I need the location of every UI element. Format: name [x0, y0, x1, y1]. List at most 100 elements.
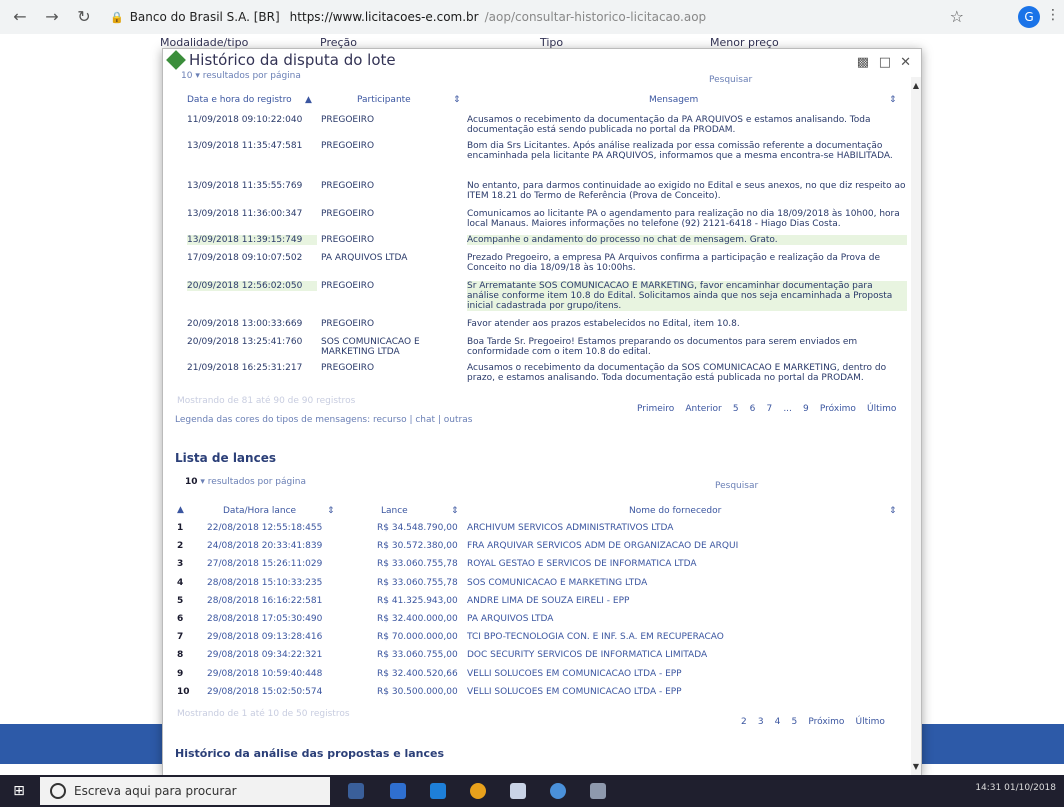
bids-pager-page-3[interactable]: 3	[758, 717, 764, 727]
bid-number: 10	[177, 686, 190, 697]
bids-pager-page-2[interactable]: 2	[741, 717, 747, 727]
pager-page-9[interactable]: 9	[803, 404, 809, 414]
message-text: No entanto, para darmos continuidade ao …	[467, 181, 906, 201]
scroll-up-icon[interactable]: ▲	[913, 81, 919, 90]
bid-supplier: SOS COMUNICACAO E MARKETING LTDA	[467, 577, 648, 588]
edge-icon[interactable]	[430, 783, 446, 799]
pager-page-6[interactable]: 6	[750, 404, 756, 414]
bid-number: 1	[177, 523, 184, 533]
bid-row: 9 29/08/2018 10:59:40:448 R$ 32.400.520,66…	[177, 669, 907, 683]
bids-page-size-select[interactable]: 10 ▾ resultados por página	[185, 477, 306, 487]
pager-prev[interactable]: Anterior	[685, 404, 721, 414]
message-participant: PREGOEIRO	[321, 181, 375, 191]
sort-icon[interactable]: ⇕	[327, 506, 335, 516]
print-icon[interactable]: ▩	[857, 55, 869, 70]
reload-icon[interactable]: ↻	[72, 5, 96, 29]
bid-datetime: 29/08/2018 10:59:40:448	[207, 668, 323, 679]
forward-icon[interactable]: →	[40, 5, 64, 29]
tray-date: 01/10/2018	[1004, 783, 1056, 793]
menu-dots-icon[interactable]: ⋮	[1046, 7, 1060, 23]
message-text: Favor atender aos prazos estabelecidos n…	[467, 319, 740, 329]
maximize-icon[interactable]: □	[879, 55, 891, 70]
messages-page-size-value: 10	[181, 71, 193, 81]
bid-row: 2 24/08/2018 20:33:41:839 R$ 30.572.380,00…	[177, 541, 907, 555]
sort-asc-icon[interactable]: ▲	[177, 505, 184, 515]
modal-title-text: Histórico da disputa do lote	[189, 51, 396, 69]
bid-number: 9	[177, 668, 184, 679]
pager-next[interactable]: Próximo	[820, 404, 856, 414]
history-modal: Histórico da disputa do lote ▩ □ ✕ ▲ ▼ 1…	[162, 48, 922, 776]
taskbar-search-box[interactable]: Escreva aqui para procurar	[40, 777, 330, 805]
file-explorer-icon[interactable]	[390, 783, 406, 799]
bid-datetime: 29/08/2018 09:13:28:416	[207, 632, 323, 643]
message-date: 13/09/2018 11:36:00:347	[187, 209, 303, 219]
url-path: /aop/consultar-historico-licitacao.aop	[484, 10, 707, 24]
bid-value: R$ 34.548.790,00	[377, 523, 458, 533]
bid-datetime: 24/08/2018 20:33:41:839	[207, 541, 323, 552]
col-supplier-header[interactable]: Nome do fornecedor	[629, 506, 721, 516]
messages-pager-info: Mostrando de 81 até 90 de 90 registros	[177, 396, 356, 406]
bids-pager-last[interactable]: Último	[856, 717, 885, 727]
bid-row: 10 29/08/2018 15:02:50:574 R$ 30.500.000,0…	[177, 687, 907, 701]
pager-last[interactable]: Último	[867, 404, 896, 414]
bid-value: R$ 33.060.755,78	[377, 559, 458, 570]
bid-number: 4	[177, 577, 184, 588]
sort-icon[interactable]: ⇕	[453, 95, 461, 105]
bid-value: R$ 30.500.000,00	[377, 686, 458, 697]
messages-search-link[interactable]: Pesquisar	[709, 75, 752, 85]
close-icon[interactable]: ✕	[900, 55, 911, 70]
bid-datetime: 22/08/2018 12:55:18:455	[207, 523, 323, 533]
bid-row: 7 29/08/2018 09:13:28:416 R$ 70.000.000,00…	[177, 632, 907, 646]
message-participant: PA ARQUIVOS LTDA	[321, 253, 408, 263]
pager-first[interactable]: Primeiro	[637, 404, 674, 414]
windows-start-icon[interactable]: ⊞	[8, 781, 30, 801]
bids-pager-next[interactable]: Próximo	[808, 717, 844, 727]
pager-page-5[interactable]: 5	[733, 404, 739, 414]
col-participant-header[interactable]: Participante	[357, 95, 411, 105]
bids-pager-page-5[interactable]: 5	[791, 717, 797, 727]
message-participant: SOS COMUNICACAO E MARKETING LTDA	[321, 337, 420, 357]
col-bid-value-header[interactable]: Lance	[381, 506, 408, 516]
col-bid-date-header[interactable]: Data/Hora lance	[223, 506, 296, 516]
legend-text: Legenda das cores do tipos de mensagens:…	[175, 415, 473, 425]
modal-scrollbar[interactable]	[911, 77, 921, 775]
bid-row: 1 22/08/2018 12:55:18:455 R$ 34.548.790,00…	[177, 523, 907, 537]
url-host: https://www.licitacoes-e.com.br	[289, 10, 479, 24]
pager-page-7[interactable]: 7	[766, 404, 772, 414]
bookmark-star-icon[interactable]: ☆	[950, 7, 964, 26]
bid-number: 6	[177, 614, 184, 624]
profile-avatar[interactable]: G	[1018, 6, 1040, 28]
messages-page-size-label: resultados por página	[202, 71, 301, 81]
app-icon[interactable]	[590, 783, 606, 799]
app-icon[interactable]	[550, 783, 566, 799]
bid-supplier: VELLI SOLUCOES EM COMUNICACAO LTDA - EPP	[467, 668, 682, 679]
back-icon[interactable]: ←	[8, 5, 32, 29]
message-date: 13/09/2018 11:35:55:769	[187, 181, 303, 191]
mail-icon[interactable]	[510, 783, 526, 799]
address-bar[interactable]: 🔒 Banco do Brasil S.A. [BR] https://www.…	[110, 6, 706, 28]
scroll-down-icon[interactable]: ▼	[913, 762, 919, 771]
messages-page-size-select[interactable]: 10 ▾ resultados por página	[181, 71, 301, 81]
message-date: 20/09/2018 12:56:02:050	[187, 281, 317, 291]
bids-section-title: Lista de lances	[175, 451, 276, 465]
bids-search-link[interactable]: Pesquisar	[715, 481, 758, 491]
bid-supplier: ANDRE LIMA DE SOUZA EIRELI - EPP	[467, 595, 630, 606]
bids-page-size-label: resultados por página	[207, 477, 306, 487]
col-date-header[interactable]: Data e hora do registro	[187, 95, 292, 105]
col-message-header[interactable]: Mensagem	[649, 95, 698, 105]
taskbar-search-placeholder: Escreva aqui para procurar	[74, 784, 237, 798]
sort-icon[interactable]: ⇕	[889, 506, 897, 516]
sort-icon[interactable]: ⇕	[451, 506, 459, 516]
bid-datetime: 29/08/2018 15:02:50:574	[207, 686, 323, 697]
message-text: Boa Tarde Sr. Pregoeiro! Estamos prepara…	[467, 337, 858, 357]
bid-supplier: ARCHIVUM SERVICOS ADMINISTRATIVOS LTDA	[467, 523, 674, 533]
bids-pager-page-4[interactable]: 4	[775, 717, 781, 727]
task-view-icon[interactable]	[348, 783, 364, 799]
sort-asc-icon[interactable]: ▲	[305, 95, 312, 105]
message-text: Prezado Pregoeiro, a empresa PA Arquivos…	[467, 253, 880, 273]
message-date: 13/09/2018 11:35:47:581	[187, 141, 303, 151]
chrome-icon[interactable]	[470, 783, 486, 799]
bids-page-size-value: 10	[185, 477, 198, 487]
sort-icon[interactable]: ⇕	[889, 95, 897, 105]
windows-taskbar: ⊞ Escreva aqui para procurar 14:31 01/10…	[0, 775, 1064, 807]
